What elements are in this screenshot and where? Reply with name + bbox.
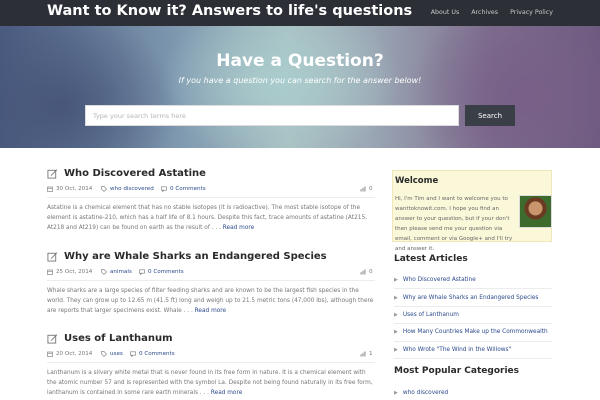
read-more-link[interactable]: Read more	[211, 390, 242, 396]
list-item-label[interactable]: Who Discovered Astatine	[403, 277, 476, 283]
welcome-title: Welcome	[395, 176, 439, 186]
article-excerpt: Lanthanum is a silvery white metal that …	[47, 368, 375, 398]
top-navbar: Want to Know it? Answers to life's quest…	[0, 0, 600, 26]
edit-post-icon	[47, 334, 58, 344]
article-category[interactable]: animals	[110, 269, 132, 275]
article-comments[interactable]: 0 Comments	[139, 351, 175, 357]
list-item[interactable]: ▶ Who Discovered Astatine	[394, 272, 552, 290]
nav-archives[interactable]: Archives	[471, 9, 498, 16]
article-meta: 20 Oct, 2014 uses 0 Comments 1	[47, 351, 375, 363]
calendar-icon	[47, 186, 53, 192]
welcome-box: Welcome Hi, I'm Tim and I want to welcom…	[392, 170, 552, 252]
article-meta: 25 Oct, 2014 animals 0 Comments 0	[47, 269, 375, 281]
list-item[interactable]: ▶ who discovered	[394, 385, 552, 400]
comment-icon	[130, 351, 136, 357]
calendar-icon	[47, 269, 53, 275]
nav-privacy-policy[interactable]: Privacy Policy	[510, 9, 553, 16]
read-more-link[interactable]: Read more	[195, 308, 226, 314]
tag-icon	[101, 186, 107, 192]
article-card: Uses of Lanthanum 20 Oct, 2014 uses 0 Co…	[47, 333, 375, 398]
calendar-icon	[47, 351, 53, 357]
site-title[interactable]: Want to Know it? Answers to life's quest…	[47, 3, 412, 19]
search-input[interactable]	[85, 105, 459, 126]
list-item[interactable]: ▶ Uses of Lanthanum	[394, 307, 552, 325]
list-item[interactable]: ▶ Who Wrote "The Wind in the Willows"	[394, 342, 552, 359]
chevron-right-icon: ▶	[394, 311, 398, 318]
hero-subtitle: If you have a question you can search fo…	[178, 76, 422, 85]
article-excerpt: Astatine is a chemical element that has …	[47, 203, 375, 233]
list-item-label[interactable]: How Many Countries Make up the Commonwea…	[403, 329, 548, 335]
article-title[interactable]: Uses of Lanthanum	[64, 333, 173, 344]
list-item[interactable]: ▶ How Many Countries Make up the Commonwe…	[394, 324, 552, 342]
comment-icon	[139, 269, 145, 275]
article-comments[interactable]: 0 Comments	[148, 269, 184, 275]
likes-icon	[360, 351, 366, 357]
excerpt-text: Astatine is a chemical element that has …	[47, 205, 367, 231]
list-item-label[interactable]: Why are Whale Sharks an Endangered Speci…	[403, 295, 539, 301]
divider	[47, 280, 375, 281]
popular-categories-list: ▶ who discovered	[394, 385, 552, 400]
article-meta: 30 Oct, 2014 who discovered 0 Comments 0	[47, 186, 375, 198]
welcome-text: Hi, I'm Tim and I want to welcome you to…	[395, 196, 513, 252]
divider	[47, 197, 375, 198]
article-comments[interactable]: 0 Comments	[170, 186, 206, 192]
list-item-label[interactable]: Uses of Lanthanum	[403, 312, 459, 318]
article-excerpt: Whale sharks are a large species of filt…	[47, 286, 375, 316]
divider	[47, 362, 375, 363]
tag-icon	[101, 351, 107, 357]
likes-icon	[360, 269, 366, 275]
hero-title: Have a Question?	[216, 51, 384, 71]
article-date: 30 Oct, 2014	[56, 186, 93, 192]
article-category[interactable]: who discovered	[110, 186, 154, 192]
avatar	[519, 195, 552, 228]
chevron-right-icon: ▶	[394, 329, 398, 336]
popular-categories-title: Most Popular Categories	[394, 366, 519, 376]
chevron-right-icon: ▶	[394, 294, 398, 301]
read-more-link[interactable]: Read more	[223, 225, 254, 231]
hero-banner: Have a Question? If you have a question …	[0, 26, 600, 148]
article-date: 20 Oct, 2014	[56, 351, 93, 357]
tag-icon	[101, 269, 107, 275]
likes-icon	[360, 186, 366, 192]
comment-icon	[161, 186, 167, 192]
excerpt-text: Lanthanum is a silvery white metal that …	[47, 370, 373, 396]
latest-articles-list: ▶ Who Discovered Astatine ▶ Why are Whale …	[394, 272, 552, 359]
article-card: Who Discovered Astatine 30 Oct, 2014 who…	[47, 168, 375, 233]
article-card: Why are Whale Sharks an Endangered Speci…	[47, 251, 375, 316]
search-button[interactable]: Search	[465, 105, 515, 126]
list-item-label[interactable]: Who Wrote "The Wind in the Willows"	[403, 347, 511, 353]
edit-post-icon	[47, 169, 58, 179]
article-likes[interactable]: 1	[369, 351, 373, 357]
chevron-right-icon: ▶	[394, 390, 398, 397]
article-category[interactable]: uses	[110, 351, 123, 357]
list-item[interactable]: ▶ Why are Whale Sharks an Endangered Spec…	[394, 289, 552, 307]
article-title[interactable]: Who Discovered Astatine	[64, 168, 206, 179]
chevron-right-icon: ▶	[394, 277, 398, 284]
edit-post-icon	[47, 252, 58, 262]
article-likes[interactable]: 0	[369, 269, 373, 275]
article-date: 25 Oct, 2014	[56, 269, 93, 275]
nav-about-us[interactable]: About Us	[431, 9, 460, 16]
chevron-right-icon: ▶	[394, 346, 398, 353]
list-item-label[interactable]: who discovered	[403, 390, 448, 396]
main-nav: About Us Archives Privacy Policy	[431, 9, 553, 16]
article-title[interactable]: Why are Whale Sharks an Endangered Speci…	[64, 251, 327, 262]
article-likes[interactable]: 0	[369, 186, 373, 192]
latest-articles-title: Latest Articles	[394, 254, 468, 264]
